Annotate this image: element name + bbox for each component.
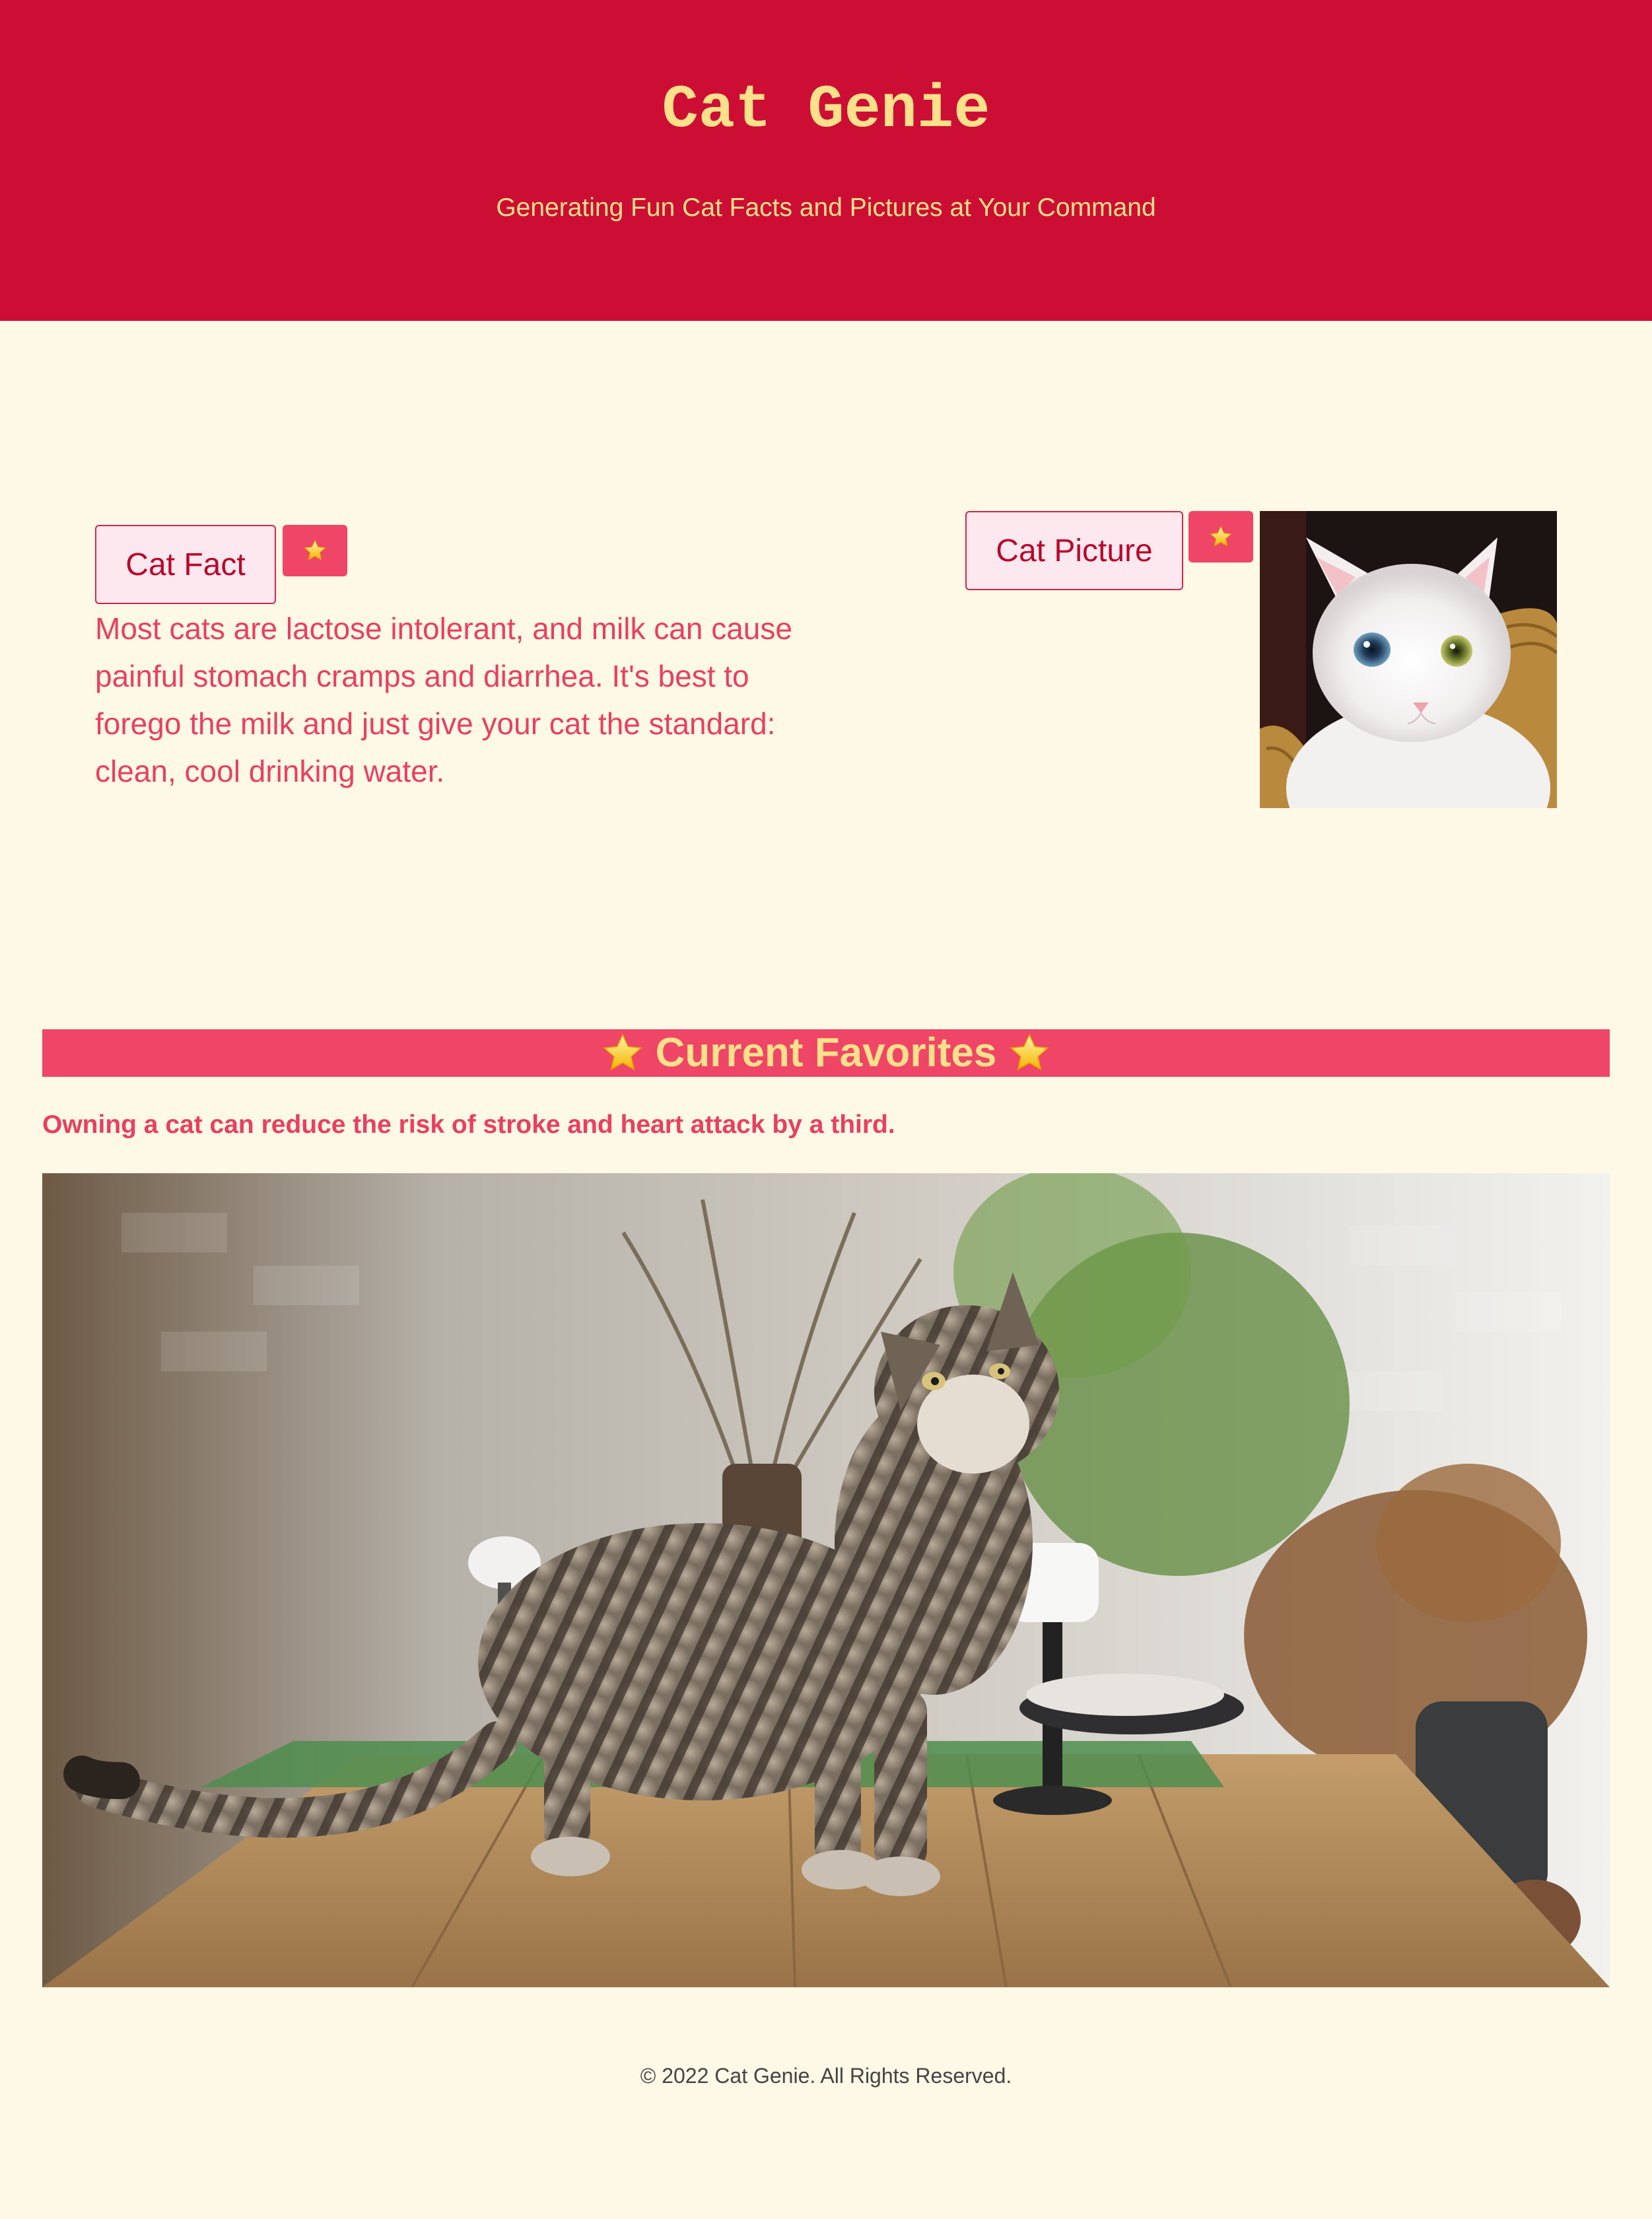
favorite-picture-button[interactable]	[1188, 511, 1253, 563]
star-icon	[602, 1033, 642, 1071]
cat-fact-text: Most cats are lactose intolerant, and mi…	[95, 611, 792, 788]
footer-copyright: © 2022 Cat Genie. All Rights Reserved.	[640, 2064, 1012, 2088]
cat-fact-button[interactable]: Cat Fact	[95, 525, 276, 604]
star-icon	[304, 539, 326, 561]
white-cat-image	[1260, 511, 1557, 808]
site-subtitle: Generating Fun Cat Facts and Pictures at…	[496, 193, 1156, 222]
favorite-fact-button[interactable]	[283, 525, 347, 576]
favorite-fact: Owning a cat can reduce the risk of stro…	[42, 1110, 895, 1139]
favorites-title: Current Favorites	[655, 1030, 997, 1075]
site-title: Cat Genie	[662, 75, 990, 145]
cat-picture-button[interactable]: Cat Picture	[965, 511, 1183, 590]
favorites-header: Current Favorites	[42, 1029, 1610, 1077]
cat-picture	[1260, 511, 1557, 808]
favorite-picture	[42, 1173, 1610, 1987]
star-icon	[1010, 1033, 1050, 1071]
star-icon	[1210, 526, 1232, 547]
tabby-cat-image	[42, 1173, 1610, 1987]
site-header: Cat Genie Generating Fun Cat Facts and P…	[0, 0, 1652, 321]
